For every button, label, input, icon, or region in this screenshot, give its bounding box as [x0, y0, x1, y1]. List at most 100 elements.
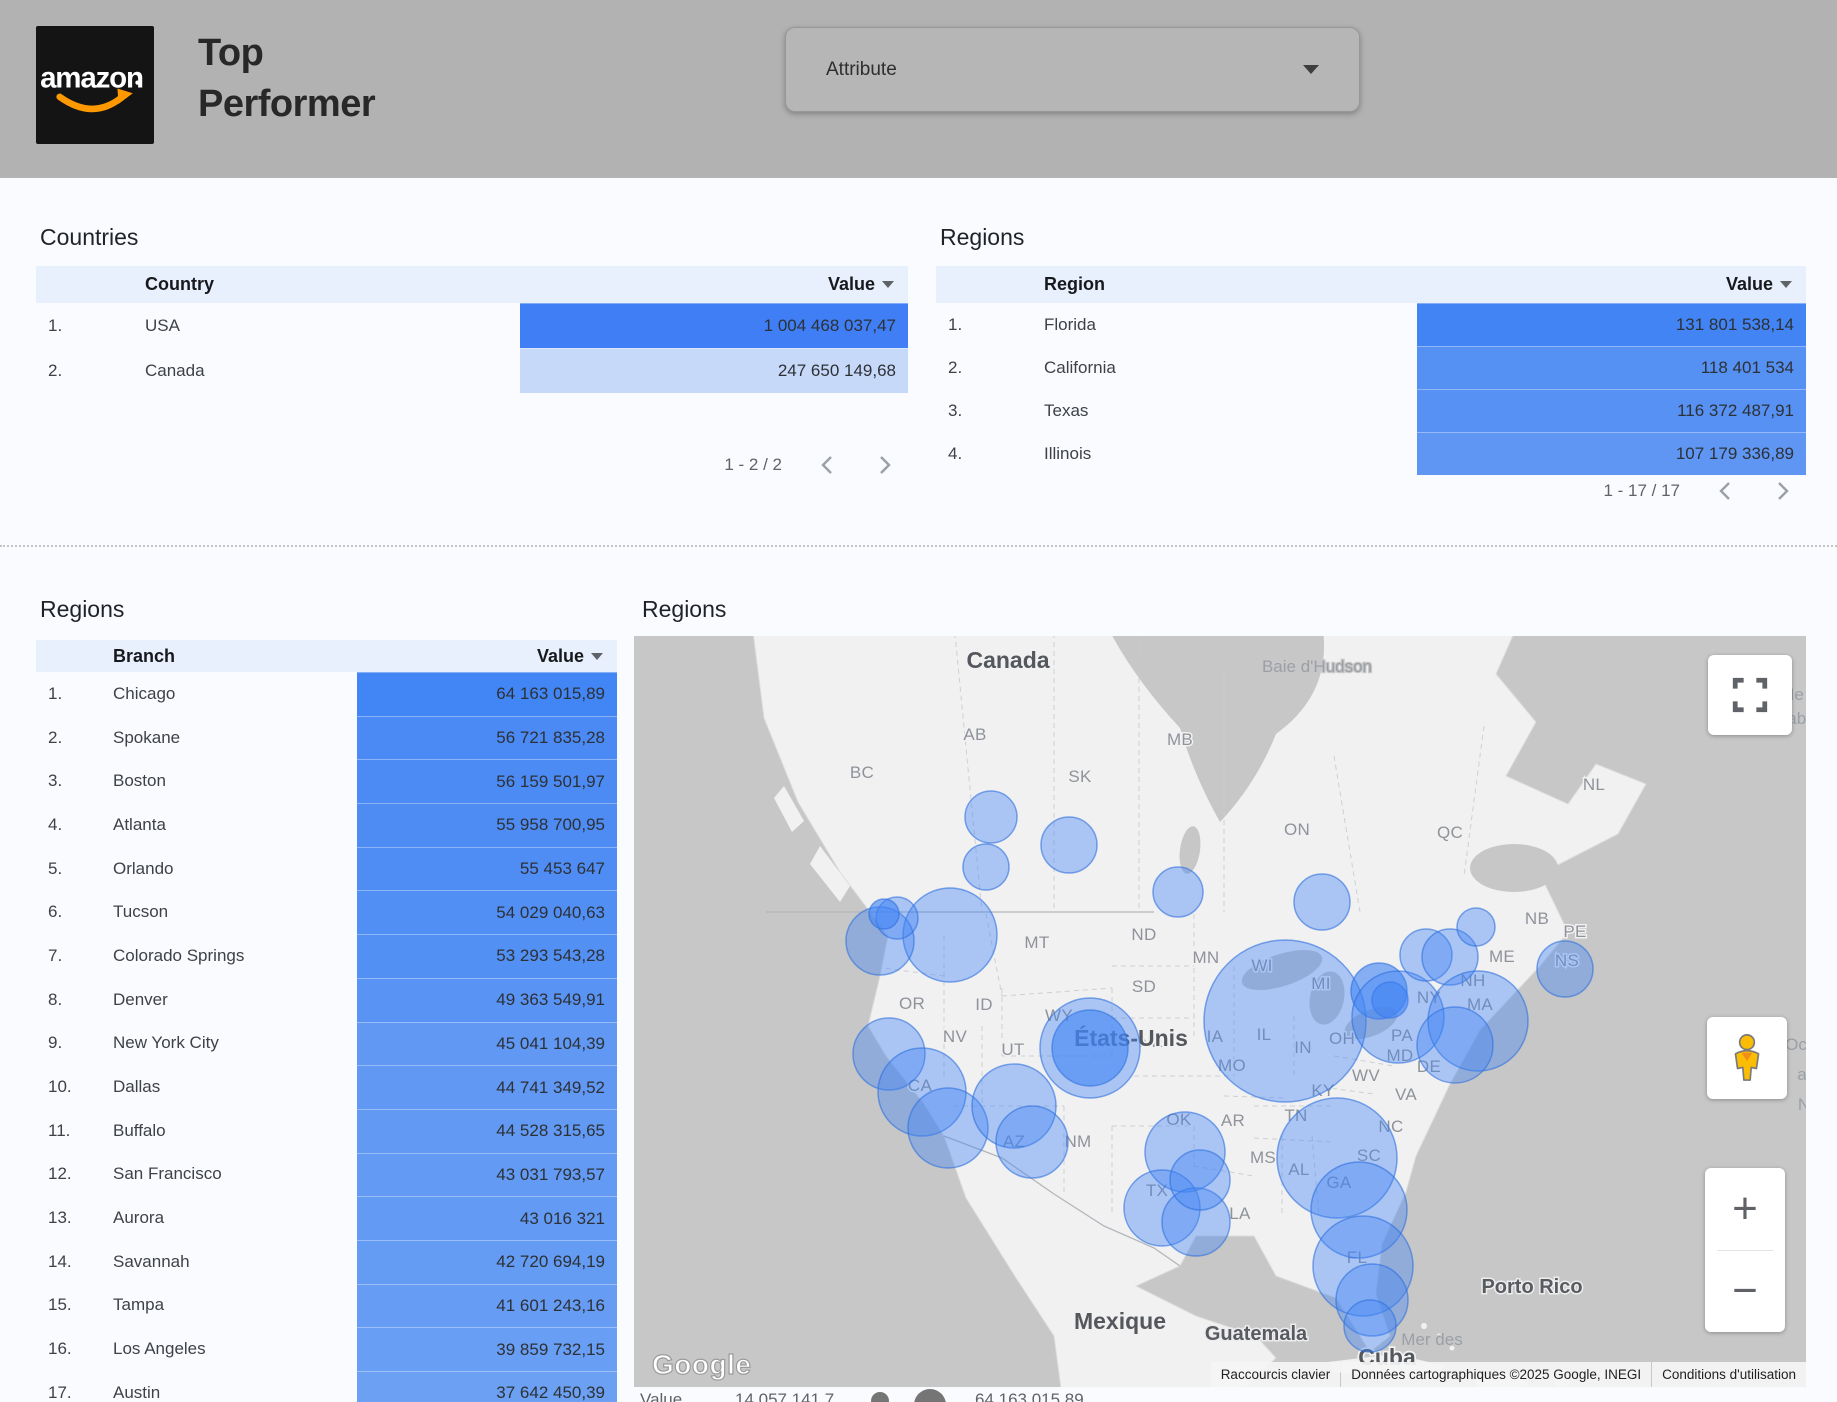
next-page-icon[interactable] [872, 453, 896, 477]
map-bubble[interactable] [1153, 867, 1203, 917]
map-bubble[interactable] [1417, 1007, 1493, 1083]
map-label: OR [899, 994, 925, 1013]
regions-title: Regions [940, 224, 1024, 251]
zoom-in-button[interactable]: + [1705, 1169, 1785, 1250]
table-row[interactable]: 1.Chicago64 163 015,89 [36, 672, 617, 716]
map-bubble[interactable] [965, 791, 1017, 843]
row-value-heat-cell: 55 453 647 [357, 847, 617, 891]
previous-page-icon[interactable] [1714, 479, 1738, 503]
table-row[interactable]: 15.Tampa41 601 243,16 [36, 1284, 617, 1328]
map-bubble[interactable] [1170, 1150, 1230, 1210]
table-row[interactable]: 1.USA1 004 468 037,47 [36, 303, 908, 348]
map-bubble[interactable] [996, 1106, 1068, 1178]
map-bubble[interactable] [963, 844, 1009, 890]
table-row[interactable]: 1.Florida131 801 538,14 [936, 303, 1806, 346]
row-name: New York City [113, 1022, 357, 1066]
map-bubble[interactable] [869, 899, 899, 929]
pegman-button[interactable] [1707, 1017, 1787, 1099]
row-value-heat-cell: 116 372 487,91 [1417, 389, 1806, 432]
table-row[interactable]: 7.Colorado Springs53 293 543,28 [36, 934, 617, 978]
table-row[interactable]: 2.Spokane56 721 835,28 [36, 716, 617, 760]
row-value-heat-cell: 44 528 315,65 [357, 1109, 617, 1153]
regions-bubble-map[interactable]: CanadaBaie d'HudsonMeLabBCABSKMBONQCNLNB… [634, 636, 1806, 1387]
row-value-heat-cell: 64 163 015,89 [357, 672, 617, 716]
countries-title: Countries [40, 224, 138, 251]
table-row[interactable]: 6.Tucson54 029 040,63 [36, 890, 617, 934]
branches-title: Regions [40, 596, 124, 623]
regions-pagination: 1 - 17 / 17 [936, 476, 1806, 506]
previous-page-icon[interactable] [816, 453, 840, 477]
legend-big-circle [914, 1389, 946, 1402]
next-page-icon[interactable] [1770, 479, 1794, 503]
fullscreen-button[interactable] [1708, 655, 1792, 735]
table-row[interactable]: 11.Buffalo44 528 315,65 [36, 1109, 617, 1153]
map-label: VA [1395, 1085, 1417, 1104]
countries-table: Country Value 1.USA1 004 468 037,472.Canad… [36, 266, 908, 393]
value-column-header[interactable]: Value [537, 646, 617, 667]
dimension-column-header[interactable]: Branch [36, 646, 175, 667]
map-label: WV [1352, 1066, 1380, 1085]
map-bubble[interactable] [1052, 1010, 1128, 1086]
row-name: Boston [113, 759, 357, 803]
map-bubble[interactable] [1344, 1300, 1396, 1352]
map-bubble[interactable] [1457, 908, 1495, 946]
map-label: MB [1167, 730, 1193, 749]
row-rank: 2. [936, 346, 1044, 389]
row-rank: 9. [36, 1022, 113, 1066]
table-row[interactable]: 9.New York City45 041 104,39 [36, 1022, 617, 1066]
row-name: Illinois [1044, 432, 1417, 475]
map-label: BC [850, 763, 874, 782]
dimension-column-header[interactable]: Country [36, 274, 214, 295]
terms-of-use-link[interactable]: Conditions d'utilisation [1652, 1362, 1806, 1387]
map-bubble[interactable] [1537, 941, 1593, 997]
keyboard-shortcuts-link[interactable]: Raccourcis clavier [1211, 1362, 1341, 1387]
zoom-out-button[interactable]: − [1705, 1251, 1785, 1332]
table-row[interactable]: 13.Aurora43 016 321 [36, 1196, 617, 1240]
table-row[interactable]: 10.Dallas44 741 349,52 [36, 1065, 617, 1109]
map-bubble[interactable] [1204, 940, 1366, 1102]
map-bubble[interactable] [903, 888, 997, 982]
legend-max-value: 64 163 015,89 [975, 1390, 1084, 1402]
map-title: Regions [642, 596, 726, 623]
map-label: ON [1284, 820, 1310, 839]
regions-table: Region Value 1.Florida131 801 538,142.Cali… [936, 266, 1806, 475]
table-row[interactable]: 2.Canada247 650 149,68 [36, 348, 908, 393]
row-value-heat-cell: 131 801 538,14 [1417, 303, 1806, 346]
map-label: MN [1192, 948, 1219, 967]
table-row[interactable]: 12.San Francisco43 031 793,57 [36, 1153, 617, 1197]
chevron-down-icon [1303, 65, 1319, 74]
table-row[interactable]: 16.Los Angeles39 859 732,15 [36, 1327, 617, 1371]
value-column-header[interactable]: Value [1726, 274, 1806, 295]
map-label: ID [975, 995, 993, 1014]
table-row[interactable]: 5.Orlando55 453 647 [36, 847, 617, 891]
legend-label: Value [640, 1390, 682, 1402]
table-row[interactable]: 4.Atlanta55 958 700,95 [36, 803, 617, 847]
table-row[interactable]: 3.Boston56 159 501,97 [36, 759, 617, 803]
row-name: Orlando [113, 847, 357, 891]
table-row[interactable]: 4.Illinois107 179 336,89 [936, 432, 1806, 475]
row-name: Spokane [113, 716, 357, 760]
dashboard-page: amazon Top Performer Attribute Countries… [0, 0, 1837, 1402]
row-name: Canada [145, 348, 520, 393]
map-bubble[interactable] [1041, 817, 1097, 873]
row-value-heat-cell: 118 401 534 [1417, 346, 1806, 389]
attribute-dropdown[interactable]: Attribute [785, 27, 1360, 112]
table-row[interactable]: 2.California118 401 534 [936, 346, 1806, 389]
row-rank: 8. [36, 978, 113, 1022]
amazon-logo: amazon [36, 26, 154, 144]
row-name: San Francisco [113, 1153, 357, 1197]
row-rank: 11. [36, 1109, 113, 1153]
table-row[interactable]: 8.Denver49 363 549,91 [36, 978, 617, 1022]
table-row[interactable]: 3.Texas116 372 487,91 [936, 389, 1806, 432]
map-label: LA [1229, 1204, 1251, 1223]
row-rank: 2. [36, 716, 113, 760]
fullscreen-icon [1731, 676, 1769, 714]
map-bubble[interactable] [1294, 874, 1350, 930]
map-label: Oc [1785, 1035, 1806, 1054]
dimension-column-header[interactable]: Region [936, 274, 1105, 295]
table-row[interactable]: 14.Savannah42 720 694,19 [36, 1240, 617, 1284]
row-value-heat-cell: 56 159 501,97 [357, 759, 617, 803]
value-column-header[interactable]: Value [828, 274, 908, 295]
row-rank: 1. [36, 672, 113, 716]
map-canvas: CanadaBaie d'HudsonMeLabBCABSKMBONQCNLNB… [634, 636, 1806, 1387]
